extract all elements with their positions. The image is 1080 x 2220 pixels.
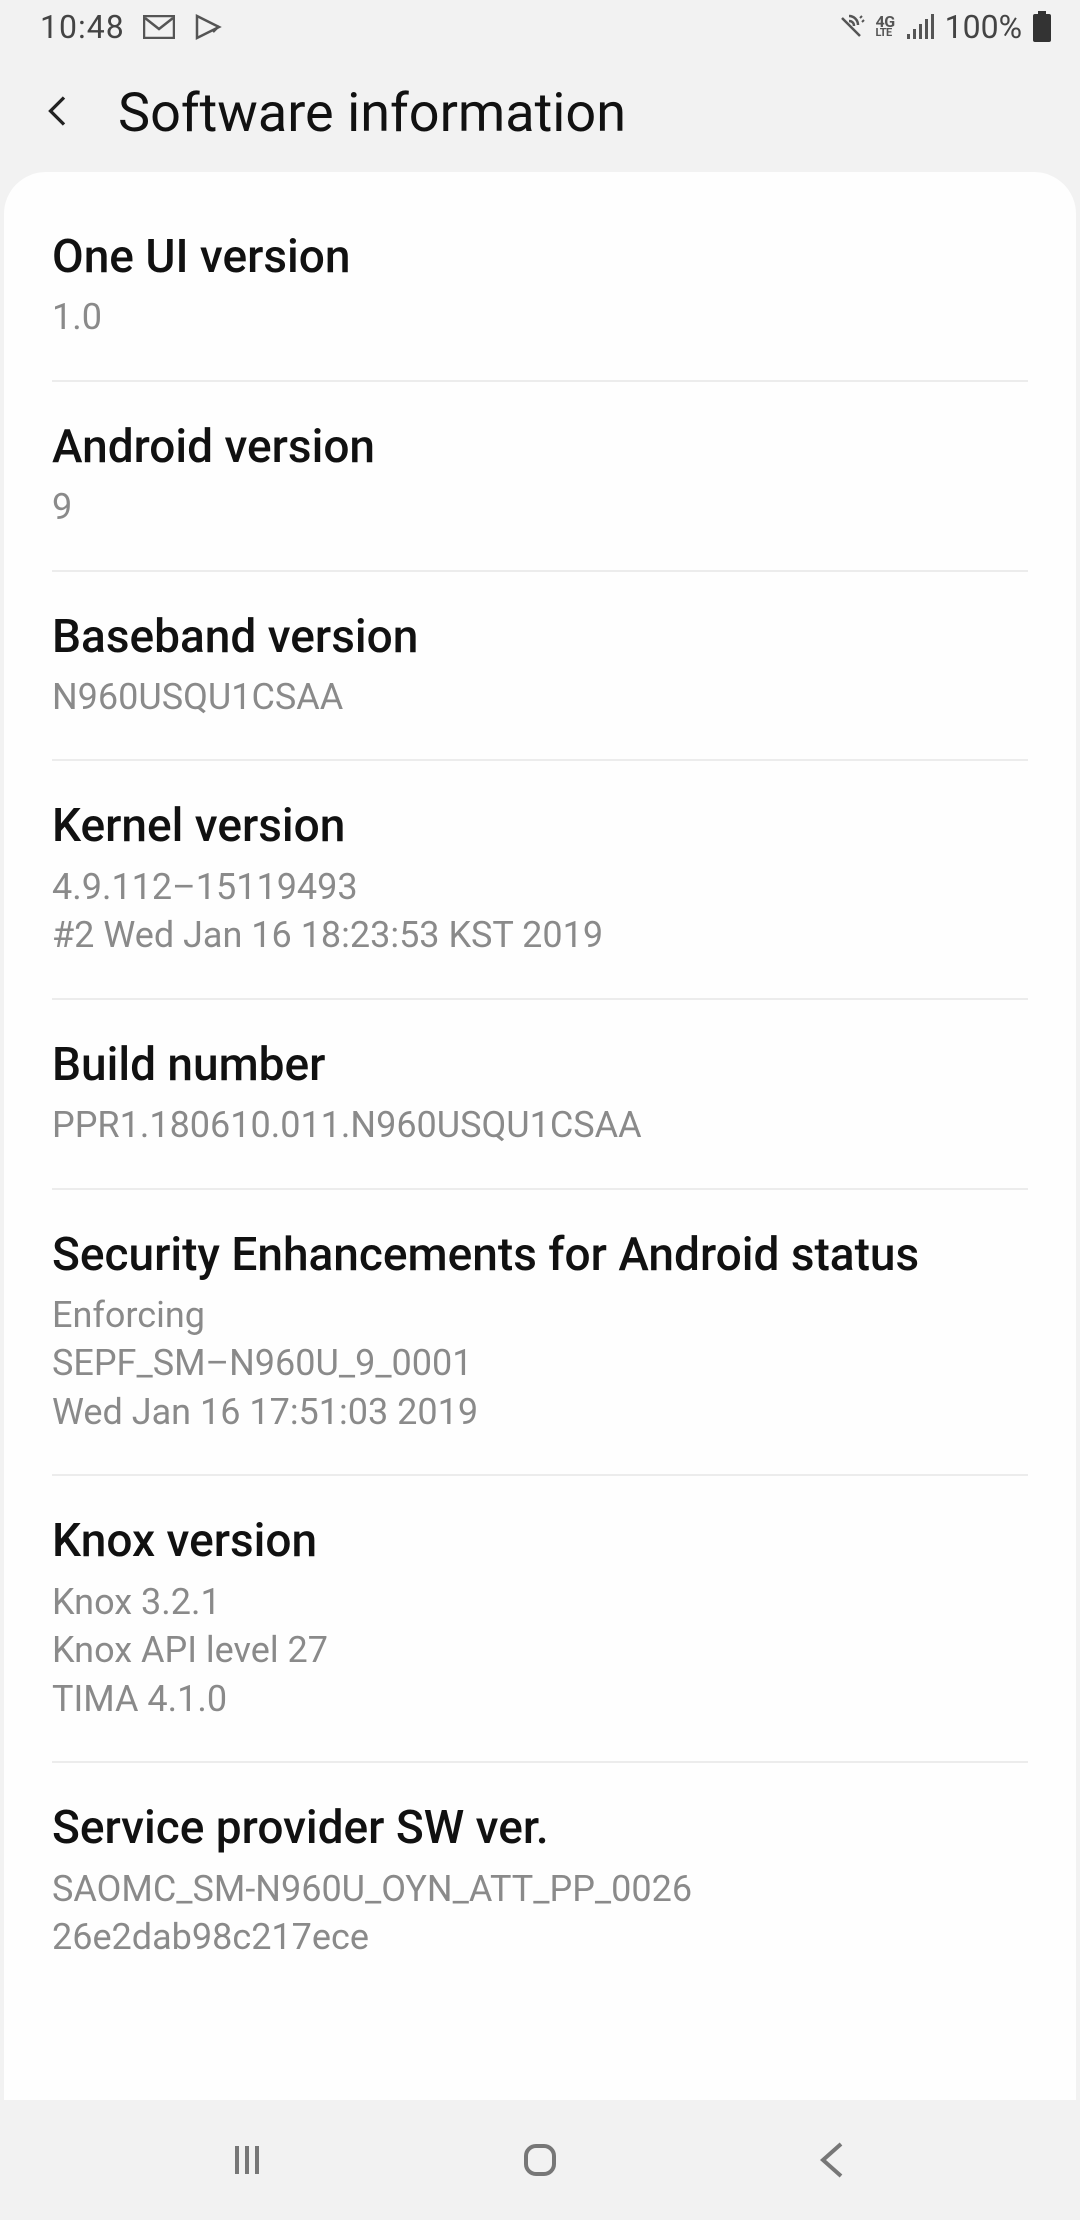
row-value: 9: [52, 483, 1028, 532]
status-time: 10:48: [40, 8, 125, 46]
row-value: 4.9.112–15119493 #2 Wed Jan 16 18:23:53 …: [52, 863, 1028, 960]
row-title: Security Enhancements for Android status: [52, 1228, 1028, 1283]
row-se-android-status[interactable]: Security Enhancements for Android status…: [52, 1190, 1028, 1477]
row-title: Android version: [52, 420, 1028, 475]
mail-icon: [143, 15, 175, 39]
row-title: Knox version: [52, 1514, 1028, 1569]
page-title: Software information: [118, 82, 626, 145]
row-one-ui-version[interactable]: One UI version 1.0: [52, 182, 1028, 382]
row-title: Service provider SW ver.: [52, 1801, 1028, 1856]
row-title: One UI version: [52, 230, 1028, 285]
row-baseband-version[interactable]: Baseband version N960USQU1CSAA: [52, 572, 1028, 762]
row-service-provider-sw[interactable]: Service provider SW ver. SAOMC_SM-N960U_…: [52, 1763, 1028, 1999]
battery-percent: 100%: [945, 8, 1022, 46]
row-value: Enforcing SEPF_SM–N960U_9_0001 Wed Jan 1…: [52, 1291, 1028, 1437]
row-value: 1.0: [52, 293, 1028, 342]
status-left: 10:48: [40, 8, 223, 46]
row-title: Build number: [52, 1038, 1028, 1093]
row-value: Knox 3.2.1 Knox API level 27 TIMA 4.1.0: [52, 1578, 1028, 1724]
battery-icon: [1032, 11, 1052, 43]
header: Software information: [0, 54, 1080, 172]
status-bar: 10:48 4G LTE 100%: [0, 0, 1080, 54]
network-4g-lte-icon: 4G LTE: [876, 16, 895, 38]
navigation-bar: [0, 2100, 1080, 2220]
row-kernel-version[interactable]: Kernel version 4.9.112–15119493 #2 Wed J…: [52, 761, 1028, 999]
signal-icon: [905, 14, 935, 40]
recents-button[interactable]: [223, 2136, 271, 2184]
row-title: Kernel version: [52, 799, 1028, 854]
vibrate-icon: [836, 12, 866, 42]
row-title: Baseband version: [52, 610, 1028, 665]
row-build-number[interactable]: Build number PPR1.180610.011.N960USQU1CS…: [52, 1000, 1028, 1190]
back-nav-button[interactable]: [809, 2136, 857, 2184]
status-right: 4G LTE 100%: [836, 8, 1052, 46]
row-knox-version[interactable]: Knox version Knox 3.2.1 Knox API level 2…: [52, 1476, 1028, 1763]
home-button[interactable]: [516, 2136, 564, 2184]
back-button[interactable]: [40, 93, 76, 133]
row-value: PPR1.180610.011.N960USQU1CSAA: [52, 1101, 1028, 1150]
content-card: One UI version 1.0 Android version 9 Bas…: [4, 172, 1076, 2100]
row-value: N960USQU1CSAA: [52, 673, 1028, 722]
row-android-version[interactable]: Android version 9: [52, 382, 1028, 572]
play-store-icon: [193, 12, 223, 42]
row-value: SAOMC_SM-N960U_OYN_ATT_PP_0026 26e2dab98…: [52, 1865, 1028, 1962]
